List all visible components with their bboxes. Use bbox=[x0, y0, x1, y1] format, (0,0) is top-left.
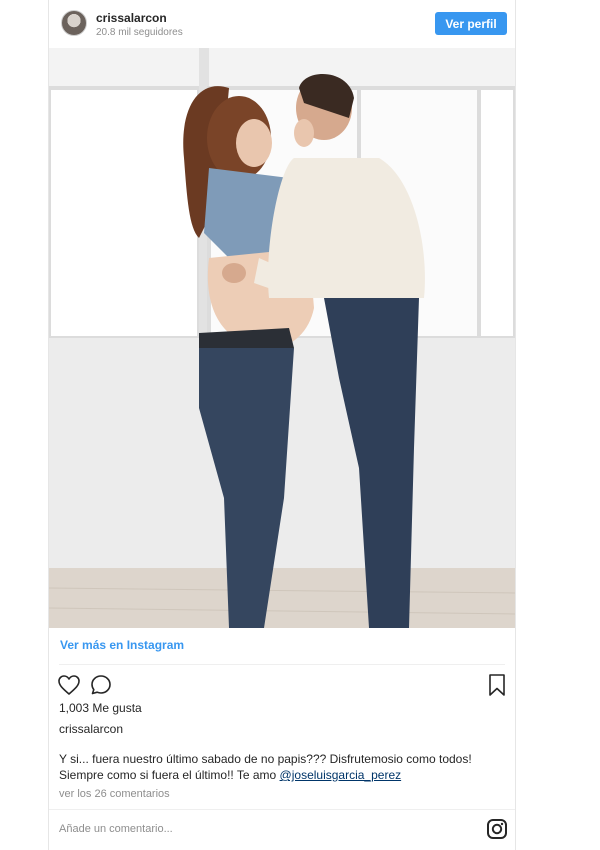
post-caption: Y si... fuera nuestro último sabado de n… bbox=[59, 751, 505, 783]
username[interactable]: crissalarcon bbox=[96, 11, 167, 25]
view-profile-button[interactable]: Ver perfil bbox=[435, 12, 507, 35]
divider bbox=[49, 809, 515, 810]
view-comments-link[interactable]: ver los 26 comentarios bbox=[59, 788, 170, 800]
comment-input[interactable] bbox=[59, 818, 459, 840]
instagram-logo-icon[interactable] bbox=[486, 818, 508, 840]
post-photo[interactable] bbox=[49, 48, 515, 628]
caption-line-2-text: Siempre como si fuera el último!! Te amo bbox=[59, 768, 280, 782]
like-count[interactable]: 1,003 Me gusta bbox=[59, 701, 142, 715]
instagram-embed-card: crissalarcon 20.8 mil seguidores Ver per… bbox=[48, 0, 516, 850]
caption-line-1: Y si... fuera nuestro último sabado de n… bbox=[59, 752, 472, 766]
heart-icon[interactable] bbox=[57, 673, 81, 697]
comment-icon[interactable] bbox=[89, 673, 113, 697]
mention-link[interactable]: @joseluisgarcia_perez bbox=[280, 768, 402, 782]
post-owner-username[interactable]: crissalarcon bbox=[59, 722, 123, 736]
photo-illustration bbox=[49, 48, 515, 628]
caption-line-2: Siempre como si fuera el último!! Te amo… bbox=[59, 767, 505, 783]
post-header: crissalarcon 20.8 mil seguidores Ver per… bbox=[49, 0, 515, 48]
follower-count: 20.8 mil seguidores bbox=[96, 27, 183, 38]
view-more-on-instagram-link[interactable]: Ver más en Instagram bbox=[60, 638, 184, 652]
divider bbox=[59, 664, 505, 665]
bookmark-icon[interactable] bbox=[486, 673, 508, 697]
avatar[interactable] bbox=[61, 10, 87, 36]
